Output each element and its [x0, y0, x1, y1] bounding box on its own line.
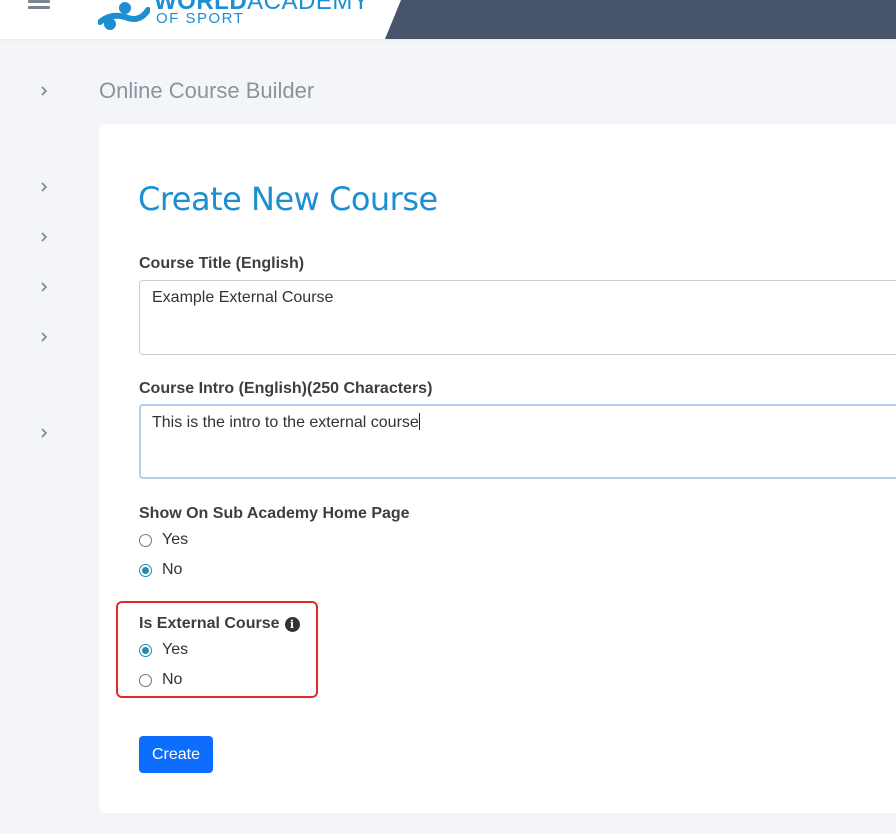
show-on-home-no-radio[interactable]: No	[139, 560, 182, 580]
chevron-right-icon	[41, 428, 48, 438]
radio-unchecked-icon	[139, 533, 152, 547]
sidebar-expand-4[interactable]	[38, 281, 50, 293]
create-button[interactable]: Create	[139, 736, 213, 773]
course-intro-label: Course Intro (English)(250 Characters)	[139, 380, 433, 397]
course-title-input[interactable]: Example External Course	[139, 280, 896, 355]
logo[interactable]: WORLDACADEMY OF SPORT	[98, 0, 388, 32]
text-caret	[418, 413, 420, 430]
sidebar-expand-2[interactable]	[38, 181, 50, 193]
radio-unchecked-icon	[139, 673, 152, 687]
course-title-label: Course Title (English)	[139, 255, 305, 272]
logo-mark-icon	[98, 2, 150, 30]
radio-label: No	[162, 671, 183, 688]
top-header: WORLDACADEMY OF SPORT	[0, 0, 896, 39]
is-external-label: Is External Course i	[139, 615, 300, 633]
sidebar-expand-5[interactable]	[38, 331, 50, 343]
show-on-home-yes-radio[interactable]: Yes	[139, 530, 188, 550]
chevron-right-icon	[41, 332, 48, 342]
hamburger-icon[interactable]	[28, 0, 50, 12]
chevron-right-icon	[41, 232, 48, 242]
chevron-right-icon	[41, 282, 48, 292]
course-title-value: Example External Course	[152, 289, 334, 306]
radio-checked-icon	[139, 563, 152, 577]
sidebar-expand-1[interactable]	[38, 85, 50, 97]
radio-label: Yes	[162, 641, 189, 658]
header-band	[385, 0, 896, 39]
course-intro-value: This is the intro to the external course	[152, 414, 419, 431]
show-on-home-label: Show On Sub Academy Home Page	[139, 505, 410, 522]
course-intro-textarea[interactable]: This is the intro to the external course	[139, 404, 896, 479]
radio-label: Yes	[162, 531, 189, 548]
sidebar-expand-3[interactable]	[38, 231, 50, 243]
logo-subtitle: OF SPORT	[156, 10, 245, 27]
sidebar-expand-6[interactable]	[38, 427, 50, 439]
page-title: Online Course Builder	[99, 78, 315, 103]
form-heading: Create New Course	[138, 180, 438, 218]
is-external-no-radio[interactable]: No	[139, 670, 182, 690]
chevron-right-icon	[41, 86, 48, 96]
create-course-card: Create New Course Course Title (English)…	[99, 124, 896, 813]
radio-checked-icon	[139, 643, 152, 657]
info-circle-icon[interactable]: i	[284, 617, 300, 632]
radio-label: No	[162, 561, 183, 578]
is-external-yes-radio[interactable]: Yes	[139, 640, 188, 660]
chevron-right-icon	[41, 182, 48, 192]
